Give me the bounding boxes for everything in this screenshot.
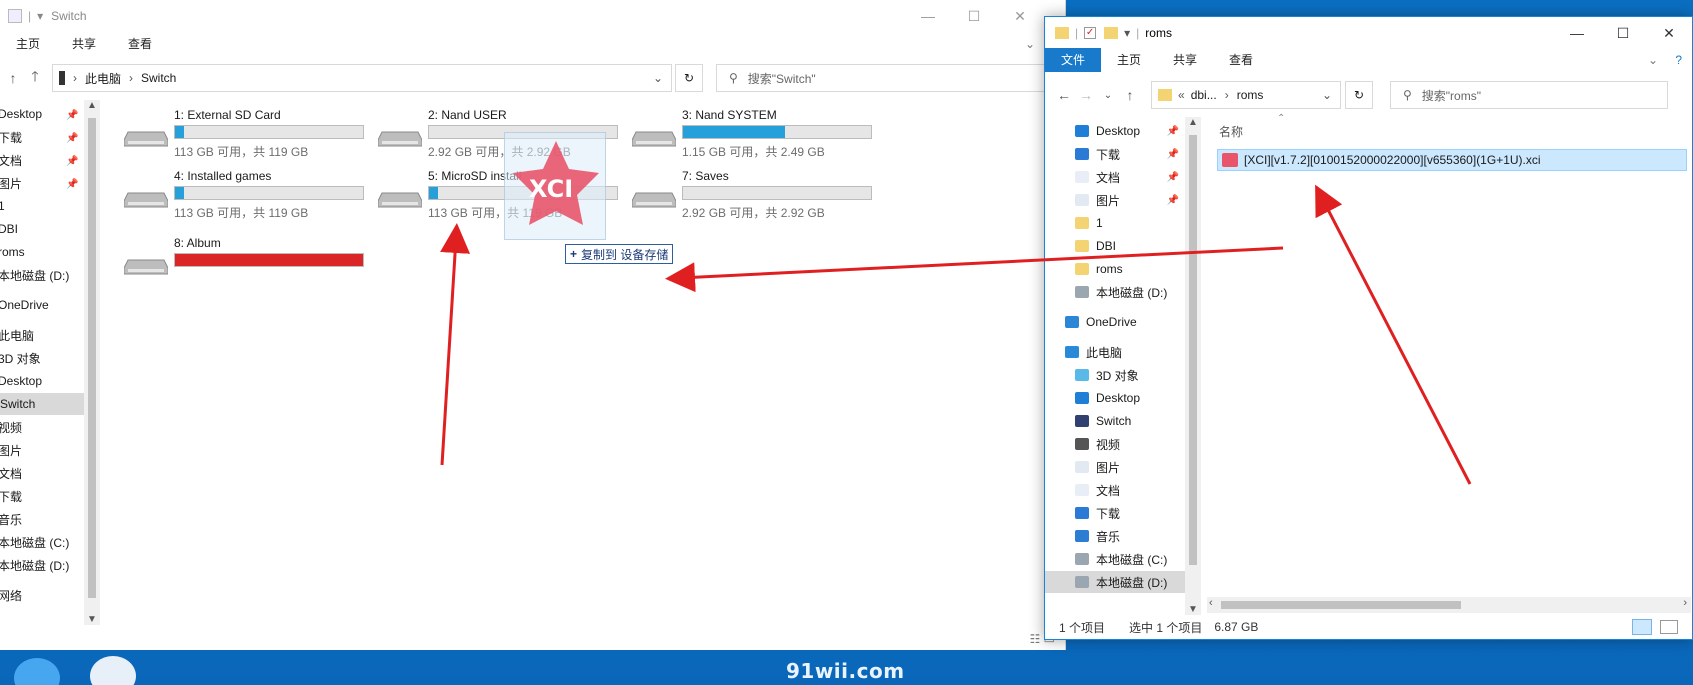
arrow-up-left <box>440 223 471 466</box>
watermark: 91wii.com <box>786 659 905 683</box>
annotation-arrows <box>440 184 1472 485</box>
arrow-horizontal <box>665 246 1284 293</box>
arrow-up-right <box>1315 184 1472 485</box>
